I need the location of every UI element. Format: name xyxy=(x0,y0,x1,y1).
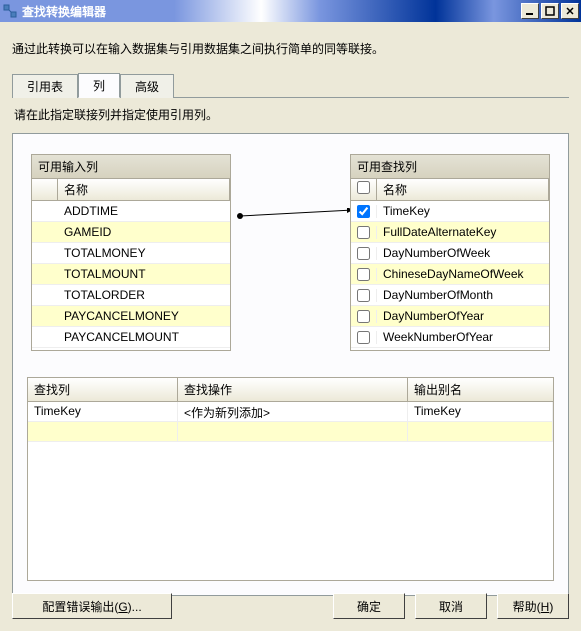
footer-buttons: 配置错误输出(G)... 确定 取消 帮助(H) xyxy=(12,593,569,619)
lookup-check-header[interactable] xyxy=(351,179,377,200)
configure-error-output-button[interactable]: 配置错误输出(G)... xyxy=(12,593,172,619)
tab-2[interactable]: 高级 xyxy=(120,74,174,98)
lookup-col-name: DayNumberOfWeek xyxy=(377,246,549,260)
lookup-checkbox-cell[interactable] xyxy=(351,331,377,344)
lookup-col-name: ChineseDayNameOfWeek xyxy=(377,267,549,281)
mapping-cell[interactable]: <作为新列添加> xyxy=(178,402,408,422)
columns-panel: 可用输入列 名称 ADDTIME GAMEID TOTALMONEY TOTALMOU… xyxy=(12,133,569,596)
mapping-cell[interactable] xyxy=(408,422,553,442)
mapping-row[interactable] xyxy=(28,422,553,442)
lookup-columns-title: 可用查找列 xyxy=(350,154,550,179)
mapping-table: 查找列 查找操作 输出别名 TimeKey<作为新列添加>TimeKey xyxy=(27,377,554,581)
input-columns-title: 可用输入列 xyxy=(31,154,231,179)
mapping-header-alias: 输出别名 xyxy=(408,378,553,401)
window-controls xyxy=(521,3,579,19)
ok-button[interactable]: 确定 xyxy=(333,593,405,619)
minimize-button[interactable] xyxy=(521,3,539,19)
mapping-row[interactable]: TimeKey<作为新列添加>TimeKey xyxy=(28,402,553,422)
lookup-row[interactable]: ChineseDayNameOfWeek xyxy=(351,264,549,285)
tab-0[interactable]: 引用表 xyxy=(12,74,78,98)
input-rows-scroll[interactable]: ADDTIME GAMEID TOTALMONEY TOTALMOUNT TOTALOR… xyxy=(32,201,230,351)
lookup-checkbox-cell[interactable] xyxy=(351,247,377,260)
lookup-checkbox-cell[interactable] xyxy=(351,205,377,218)
available-lookup-columns: 可用查找列 名称 TimeKey FullDateAlternateKey DayN… xyxy=(350,154,550,351)
lookup-col-name: DayNumberOfYear xyxy=(377,309,549,323)
input-row[interactable]: TOTALMOUNT xyxy=(32,264,230,285)
mapping-header-operation: 查找操作 xyxy=(178,378,408,401)
lookup-checkbox[interactable] xyxy=(357,226,370,239)
mapping-cell[interactable] xyxy=(28,422,178,442)
lookup-checkbox-cell[interactable] xyxy=(351,226,377,239)
input-col-name: GAMEID xyxy=(58,225,230,239)
input-name-header: 名称 xyxy=(58,179,230,200)
dialog-description: 通过此转换可以在输入数据集与引用数据集之间执行简单的同等联接。 xyxy=(12,40,569,57)
input-col-name: TOTALORDER xyxy=(58,288,230,302)
mapping-cell[interactable] xyxy=(178,422,408,442)
lookup-rows-scroll[interactable]: TimeKey FullDateAlternateKey DayNumberOfWe… xyxy=(351,201,549,351)
input-col-name: ADDTIME xyxy=(58,204,230,218)
input-row[interactable]: ADDTIME xyxy=(32,201,230,222)
tab-instruction: 请在此指定联接列并指定使用引用列。 xyxy=(14,106,569,123)
mapping-cell[interactable]: TimeKey xyxy=(408,402,553,422)
lookup-name-header: 名称 xyxy=(377,179,549,200)
close-button[interactable] xyxy=(561,3,579,19)
input-row[interactable]: PAYCANCELMONEY xyxy=(32,306,230,327)
lookup-col-name: WeekNumberOfYear xyxy=(377,330,549,344)
lookup-checkbox[interactable] xyxy=(357,310,370,323)
tab-1[interactable]: 列 xyxy=(78,73,120,98)
input-row[interactable]: TOTALMONEY xyxy=(32,243,230,264)
lookup-col-name: DayNumberOfMonth xyxy=(377,288,549,302)
input-col-name: PAYCANCELMONEY xyxy=(58,309,230,323)
input-check-header xyxy=(32,179,58,200)
cancel-button[interactable]: 取消 xyxy=(415,593,487,619)
lookup-checkbox-cell[interactable] xyxy=(351,310,377,323)
lookup-checkbox[interactable] xyxy=(357,205,370,218)
tab-strip: 引用表列高级 xyxy=(12,73,569,98)
lookup-checkbox[interactable] xyxy=(357,247,370,260)
lookup-row[interactable]: TimeKey xyxy=(351,201,549,222)
mapping-connector-line xyxy=(237,208,357,224)
input-col-name: TOTALMONEY xyxy=(58,246,230,260)
lookup-row[interactable]: WeekNumberOfYear xyxy=(351,327,549,348)
titlebar: 查找转换编辑器 xyxy=(0,0,581,22)
window-title: 查找转换编辑器 xyxy=(22,3,521,20)
mapping-cell[interactable]: TimeKey xyxy=(28,402,178,422)
lookup-row[interactable]: FullDateAlternateKey xyxy=(351,222,549,243)
maximize-button[interactable] xyxy=(541,3,559,19)
input-col-name: TOTALMOUNT xyxy=(58,267,230,281)
lookup-checkbox-cell[interactable] xyxy=(351,268,377,281)
mapping-header-lookup-col: 查找列 xyxy=(28,378,178,401)
input-row[interactable]: PAYCANCELMOUNT xyxy=(32,327,230,348)
lookup-row[interactable]: DayNumberOfWeek xyxy=(351,243,549,264)
input-row[interactable]: GAMEID xyxy=(32,222,230,243)
available-input-columns: 可用输入列 名称 ADDTIME GAMEID TOTALMONEY TOTALMOU… xyxy=(31,154,231,351)
lookup-row[interactable]: DayNumberOfMonth xyxy=(351,285,549,306)
lookup-row[interactable]: DayNumberOfYear xyxy=(351,306,549,327)
help-button[interactable]: 帮助(H) xyxy=(497,593,569,619)
lookup-checkbox[interactable] xyxy=(357,289,370,302)
input-col-name: PAYCANCELMOUNT xyxy=(58,330,230,344)
lookup-checkbox-cell[interactable] xyxy=(351,289,377,302)
lookup-col-name: TimeKey xyxy=(377,204,549,218)
lookup-col-name: FullDateAlternateKey xyxy=(377,225,549,239)
input-row[interactable]: TOTALORDER xyxy=(32,285,230,306)
app-icon xyxy=(2,3,18,19)
lookup-checkbox[interactable] xyxy=(357,268,370,281)
lookup-checkbox[interactable] xyxy=(357,331,370,344)
